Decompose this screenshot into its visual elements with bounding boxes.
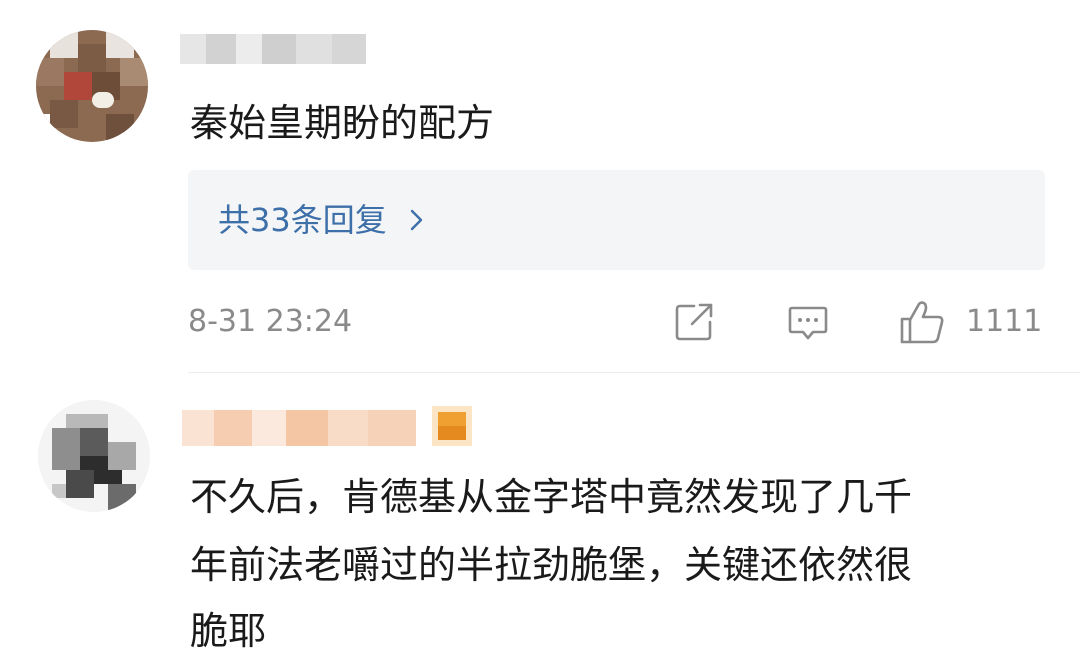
comment-actions: 8-31 23:24 1111 [188, 300, 1048, 344]
divider [188, 372, 1080, 373]
avatar[interactable] [38, 400, 150, 512]
chevron-right-icon [410, 209, 422, 231]
avatar[interactable] [36, 30, 148, 142]
badge-icon [432, 406, 472, 446]
comment-text-line: 脆耶 [190, 609, 267, 653]
thumbs-up-icon[interactable] [898, 298, 946, 346]
replies-label: 共33条回复 [218, 201, 387, 239]
comment-icon[interactable] [786, 300, 830, 344]
username[interactable] [180, 34, 366, 64]
view-replies-link[interactable]: 共33条回复 [218, 198, 429, 242]
username[interactable] [182, 410, 416, 446]
comment-text-line: 年前法老嚼过的半拉劲脆堡，关键还依然很 [190, 543, 913, 587]
comment-text-line: 不久后，肯德基从金字塔中竟然发现了几千 [190, 475, 913, 519]
like-count: 1111 [966, 304, 1043, 339]
timestamp: 8-31 23:24 [188, 304, 353, 339]
comment-text: 秦始皇期盼的配方 [190, 101, 495, 145]
share-icon[interactable] [672, 300, 716, 344]
replies-panel[interactable]: 共33条回复 [188, 170, 1045, 270]
